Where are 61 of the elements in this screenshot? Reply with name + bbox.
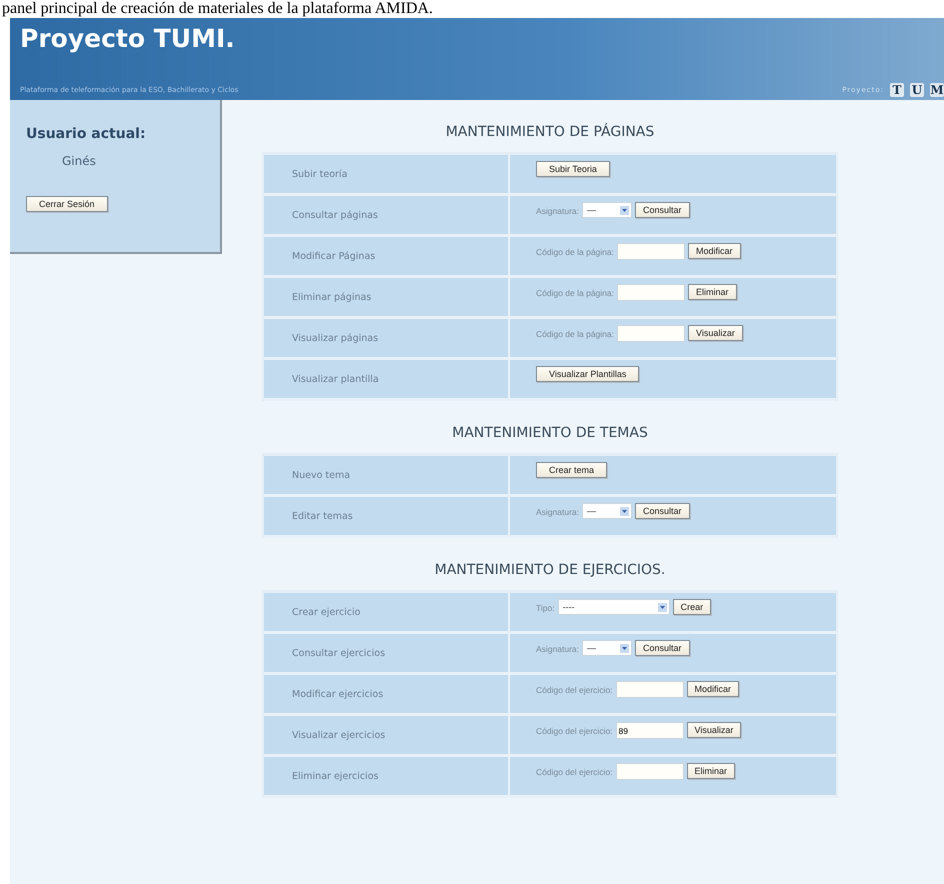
field-label: Tipo:: [536, 603, 555, 613]
action-button[interactable]: Visualizar: [686, 722, 742, 738]
action-button[interactable]: Modificar: [688, 243, 740, 259]
row-label: Visualizar plantilla: [264, 360, 510, 398]
row-label: Consultar páginas: [264, 196, 510, 234]
section-title: MANTENIMIENTO DE EJERCICIOS.: [434, 561, 666, 580]
logo-letter: M: [930, 83, 944, 97]
field-label: Código del ejercicio:: [536, 767, 613, 777]
action-button[interactable]: Modificar: [686, 681, 740, 697]
code-input[interactable]: [616, 763, 684, 780]
code-input[interactable]: [616, 284, 685, 301]
row-label: Visualizar ejercicios: [264, 716, 510, 754]
row-label: Modificar ejercicios: [264, 675, 510, 713]
field-label: Código del ejercicio:: [536, 685, 613, 695]
logo-letter: T: [890, 83, 904, 97]
dropdown[interactable]: ----: [558, 599, 670, 615]
logo-letter: U: [910, 83, 924, 97]
code-input[interactable]: [616, 243, 685, 260]
field-label: Código de la página:: [536, 288, 614, 298]
row-label: Consultar ejercicios: [264, 634, 510, 672]
action-button[interactable]: Consultar: [635, 503, 690, 519]
dropdown[interactable]: —: [582, 202, 632, 218]
row-label: Modificar Páginas: [264, 237, 510, 275]
action-button[interactable]: Crear: [672, 599, 712, 615]
row-label: Eliminar páginas: [264, 278, 510, 316]
action-button[interactable]: Eliminar: [688, 284, 736, 300]
dropdown-arrow-icon: [658, 602, 667, 612]
code-input[interactable]: [616, 681, 684, 698]
code-input[interactable]: 89: [616, 722, 684, 739]
row-label: Visualizar páginas: [264, 319, 510, 357]
action-button[interactable]: Crear tema: [536, 462, 608, 478]
section-title: MANTENIMIENTO DE TEMAS: [451, 424, 649, 443]
action-button[interactable]: Consultar: [635, 202, 690, 218]
dropdown[interactable]: —: [582, 503, 632, 519]
row-label: Subir teoría: [264, 155, 510, 193]
action-button[interactable]: Eliminar: [686, 763, 736, 779]
dropdown-arrow-icon: [620, 644, 629, 652]
action-button[interactable]: Subir Teoria: [536, 161, 610, 177]
logout-button[interactable]: Cerrar Sesión: [26, 196, 108, 212]
code-input[interactable]: [616, 325, 685, 342]
panel-heading: Usuario actual:: [26, 126, 146, 142]
row-label: Eliminar ejercicios: [264, 757, 510, 795]
user-name: Ginés: [62, 154, 96, 168]
site-title: Proyecto TUMI.: [20, 24, 236, 53]
row-label: Editar temas: [264, 497, 510, 535]
section-title: MANTENIMIENTO DE PÁGINAS: [444, 122, 656, 142]
field-label: Código de la página:: [536, 329, 614, 339]
field-label: Código de la página:: [536, 247, 614, 257]
action-button[interactable]: Visualizar Plantillas: [536, 366, 640, 382]
action-button[interactable]: Visualizar: [688, 325, 743, 341]
row-label: Crear ejercicio: [264, 593, 510, 631]
field-label: Asignatura:: [536, 206, 579, 216]
caption-text: panel principal de creación de materiales de la plataforma AMIDA.: [1, 0, 434, 18]
field-label: Asignatura:: [536, 507, 579, 517]
dropdown-arrow-icon: [620, 506, 629, 516]
field-label: Asignatura:: [536, 644, 579, 654]
row-label: Nuevo tema: [264, 456, 510, 494]
field-label: Código del ejercicio:: [536, 726, 613, 736]
action-button[interactable]: Consultar: [635, 640, 690, 656]
dropdown[interactable]: —: [582, 640, 632, 656]
dropdown-arrow-icon: [620, 206, 629, 214]
